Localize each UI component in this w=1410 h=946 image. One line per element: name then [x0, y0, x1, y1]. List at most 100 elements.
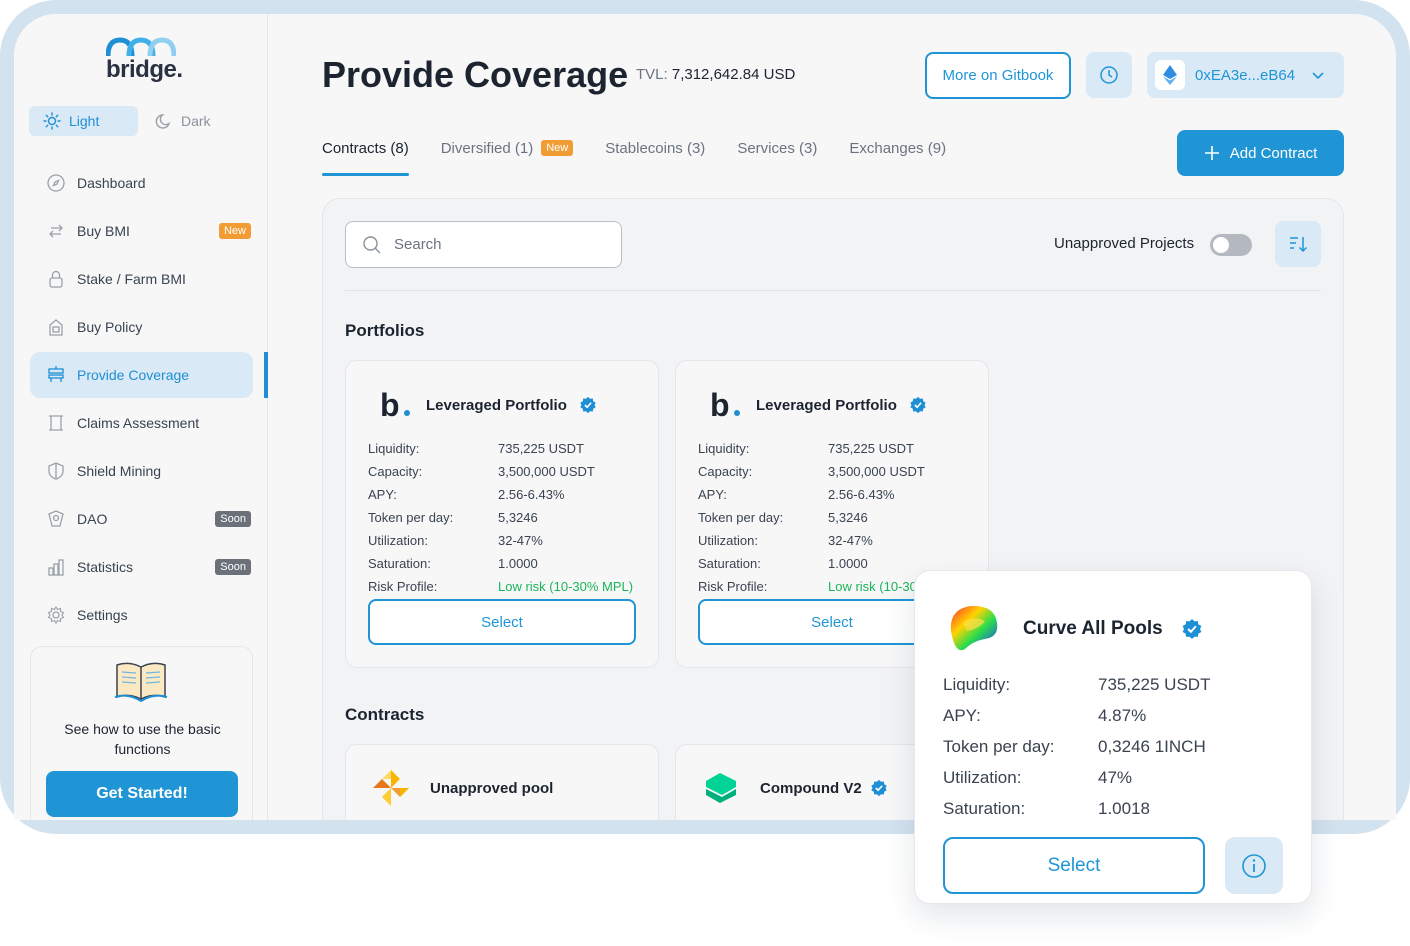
- stat-row: Capacity: 3,500,000 USDT: [368, 464, 648, 487]
- sidebar-nav: Dashboard Buy BMI New Stake / Farm BMI B…: [30, 160, 253, 640]
- gitbook-button[interactable]: More on Gitbook: [925, 52, 1071, 99]
- compass-icon: [46, 173, 66, 193]
- lock-icon: [46, 269, 66, 289]
- stat-key: Token per day:: [698, 510, 784, 525]
- tab-label: Diversified (1): [440, 140, 534, 157]
- sidebar-item-buy-bmi[interactable]: Buy BMI New: [30, 208, 253, 254]
- gear-icon: [46, 605, 66, 625]
- bridge-b-logo: b: [710, 385, 744, 425]
- wallet-button[interactable]: 0xEA3e...eB64: [1147, 52, 1344, 98]
- sidebar-item-label: Stake / Farm BMI: [77, 271, 186, 287]
- stat-row: Token per day: 0,3246 1INCH: [943, 737, 1210, 768]
- sidebar-item-dao[interactable]: DAO Soon: [30, 496, 253, 542]
- tab-exchanges[interactable]: Exchanges (9): [849, 140, 946, 176]
- search-box[interactable]: [345, 221, 622, 268]
- sidebar-item-label: Statistics: [77, 559, 134, 575]
- verified-badge-icon: [871, 779, 887, 797]
- stat-key: Utilization:: [943, 768, 1022, 787]
- tab-label: Contracts (8): [322, 140, 409, 157]
- sidebar: bridge. Light Dark Dashboard Buy BMI New…: [14, 14, 268, 820]
- stat-value: 1.0018: [1098, 799, 1150, 818]
- stat-value: 735,225 USDT: [498, 441, 584, 456]
- sidebar-item-label: Buy Policy: [77, 319, 143, 335]
- stat-key: Utilization:: [698, 533, 758, 548]
- curve-logo: [950, 605, 998, 651]
- stat-row: Utilization: 47%: [943, 768, 1210, 799]
- stat-value: 3,500,000 USDT: [828, 464, 925, 479]
- search-icon: [363, 235, 381, 253]
- pool-stats: Liquidity: 735,225 USDT APY: 4.87% Token p…: [943, 675, 1210, 830]
- portfolio-header: b Leveraged Portfolio: [380, 385, 597, 425]
- tab-label: Stablecoins (3): [605, 140, 706, 157]
- stat-key: APY:: [698, 487, 727, 502]
- chevron-down-icon: [1312, 72, 1324, 80]
- stat-key: Token per day:: [943, 737, 1055, 756]
- sidebar-item-statistics[interactable]: Statistics Soon: [30, 544, 253, 590]
- tab-label: Exchanges (9): [849, 140, 947, 157]
- stat-value: 5,3246: [828, 510, 868, 525]
- sun-icon: [43, 112, 61, 130]
- contract-name: Compound V2: [760, 779, 862, 797]
- bridge-logo-mark: [105, 37, 177, 57]
- info-icon: [1242, 853, 1266, 878]
- select-button[interactable]: Select: [943, 837, 1205, 894]
- stat-row: Liquidity: 735,225 USDT: [698, 441, 978, 464]
- sidebar-item-buy-policy[interactable]: Buy Policy: [30, 304, 253, 350]
- stat-value: 32-47%: [828, 533, 873, 548]
- unapproved-projects-toggle[interactable]: [1210, 234, 1252, 256]
- unapproved-projects-label: Unapproved Projects: [1054, 235, 1195, 252]
- bridge-logo[interactable]: bridge.: [105, 36, 186, 92]
- stat-value: 1.0000: [828, 556, 868, 571]
- stat-value: 735,225 USDT: [1098, 675, 1211, 694]
- stat-row: Liquidity: 735,225 USDT: [368, 441, 648, 464]
- stat-value: 4.87%: [1098, 706, 1147, 725]
- stat-key: Liquidity:: [943, 675, 1011, 694]
- sidebar-item-label: Buy BMI: [77, 223, 130, 239]
- sidebar-item-claims-assessment[interactable]: Claims Assessment: [30, 400, 253, 446]
- help-card: See how to use the basic functions Get S…: [30, 646, 253, 820]
- tab-diversified[interactable]: Diversified (1) New: [441, 140, 574, 176]
- portfolios-heading: Portfolios: [345, 321, 425, 340]
- stat-value: 1.0000: [498, 556, 538, 571]
- sidebar-item-settings[interactable]: Settings: [30, 592, 253, 638]
- contract-header: Unapproved pool: [370, 767, 553, 809]
- stat-value: 47%: [1098, 768, 1133, 787]
- stat-key: Saturation:: [698, 556, 761, 571]
- plus-icon: [1204, 146, 1219, 160]
- portfolio-stats: Liquidity: 735,225 USDT Capacity: 3,500,00…: [368, 441, 648, 602]
- contract-card[interactable]: Unapproved pool: [345, 744, 659, 820]
- info-button[interactable]: [1225, 837, 1283, 894]
- tab-contracts[interactable]: Contracts (8): [322, 140, 409, 176]
- pool-detail-card: Curve All Pools Liquidity: 735,225 USDT A…: [914, 570, 1312, 904]
- verified-badge-icon: [910, 396, 926, 414]
- dao-icon: [46, 509, 66, 529]
- stat-value: 32-47%: [498, 533, 543, 548]
- wallet-address: 0xEA3e...eB64: [1195, 66, 1296, 84]
- sort-button[interactable]: [1275, 221, 1321, 267]
- tab-services[interactable]: Services (3): [737, 140, 817, 176]
- sidebar-item-shield-mining[interactable]: Shield Mining: [30, 448, 253, 494]
- sidebar-item-provide-coverage[interactable]: Provide Coverage: [30, 352, 253, 398]
- tvl-display: TVL: 7,312,642.84 USD: [636, 66, 795, 83]
- stat-key: Saturation:: [368, 556, 431, 571]
- tab-stablecoins[interactable]: Stablecoins (3): [605, 140, 705, 176]
- sidebar-item-stake-farm[interactable]: Stake / Farm BMI: [30, 256, 253, 302]
- add-contract-button[interactable]: Add Contract: [1177, 130, 1344, 176]
- history-button[interactable]: [1086, 52, 1132, 98]
- page-title: Provide Coverage: [322, 54, 629, 95]
- moon-icon: [155, 114, 171, 129]
- get-started-button[interactable]: Get Started!: [46, 771, 238, 817]
- sidebar-item-dashboard[interactable]: Dashboard: [30, 160, 253, 206]
- swap-icon: [46, 221, 66, 241]
- theme-light-button[interactable]: Light: [29, 106, 138, 136]
- search-input[interactable]: [394, 236, 594, 253]
- new-badge: New: [218, 223, 251, 239]
- coverage-icon: [46, 365, 66, 385]
- stat-key: Capacity:: [698, 464, 753, 479]
- theme-dark-button[interactable]: Dark: [141, 106, 241, 136]
- select-button[interactable]: Select: [368, 599, 636, 645]
- soon-badge: Soon: [215, 511, 251, 527]
- stat-row: APY: 4.87%: [943, 706, 1210, 737]
- stat-key: Capacity:: [368, 464, 423, 479]
- stat-row: APY: 2.56-6.43%: [368, 487, 648, 510]
